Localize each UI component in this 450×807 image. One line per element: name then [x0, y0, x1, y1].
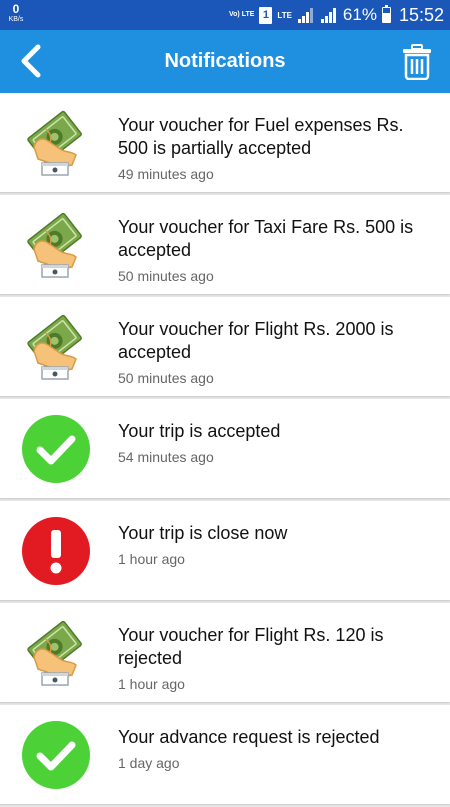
- notification-message: Your advance request is rejected: [118, 727, 380, 747]
- notification-item[interactable]: Your voucher for Taxi Fare Rs. 500 is ac…: [0, 195, 450, 294]
- money-hand-icon: [20, 311, 92, 383]
- notification-time: 49 minutes ago: [118, 166, 214, 182]
- notification-time: 1 day ago: [118, 755, 180, 771]
- notification-time: 50 minutes ago: [118, 268, 214, 284]
- money-hand-icon: [20, 107, 92, 179]
- network-speed-unit: KB/s: [8, 16, 24, 23]
- page-title: Notifications: [164, 50, 286, 72]
- money-hand-icon: [20, 617, 92, 689]
- notification-item[interactable]: Your voucher for Fuel expenses Rs. 500 i…: [0, 93, 450, 192]
- notification-content: Your trip is close now 1 hour ago: [118, 522, 432, 567]
- volte-indicator: Vo) LTE: [229, 11, 255, 18]
- status-bar: 0 KB/s Vo) LTE 1 LTE 61% 15:52: [0, 0, 450, 30]
- notification-time: 54 minutes ago: [118, 449, 214, 465]
- notification-message: Your voucher for Taxi Fare Rs. 500 is ac…: [118, 217, 414, 260]
- notification-time: 1 hour ago: [118, 676, 185, 692]
- notification-message: Your voucher for Flight Rs. 2000 is acce…: [118, 319, 394, 362]
- network-speed: 0 KB/s: [5, 3, 27, 23]
- signal-strength-2-icon: [320, 7, 336, 23]
- check-circle-icon: [20, 719, 92, 791]
- check-circle-icon: [20, 413, 92, 485]
- money-hand-icon: [20, 209, 92, 281]
- notification-message: Your voucher for Fuel expenses Rs. 500 i…: [118, 115, 404, 158]
- notification-message: Your trip is accepted: [118, 421, 281, 441]
- notification-time: 50 minutes ago: [118, 370, 214, 386]
- network-speed-value: 0: [12, 2, 20, 16]
- battery-percent: 61%: [342, 5, 377, 24]
- battery-icon: [381, 5, 391, 23]
- notification-content: Your trip is accepted 54 minutes ago: [118, 420, 432, 465]
- notification-content: Your voucher for Flight Rs. 2000 is acce…: [118, 318, 432, 386]
- notification-content: Your voucher for Flight Rs. 120 is rejec…: [118, 624, 432, 692]
- notification-list: Your voucher for Fuel expenses Rs. 500 i…: [0, 93, 450, 807]
- notification-content: Your voucher for Fuel expenses Rs. 500 i…: [118, 114, 432, 182]
- alert-circle-icon: [20, 515, 92, 587]
- notification-item[interactable]: Your trip is close now 1 hour ago: [0, 501, 450, 600]
- notification-content: Your advance request is rejected 1 day ag…: [118, 726, 432, 771]
- lte-label: LTE: [277, 10, 292, 20]
- notification-content: Your voucher for Taxi Fare Rs. 500 is ac…: [118, 216, 432, 284]
- trash-icon: [403, 44, 431, 81]
- notification-message: Your trip is close now: [118, 523, 288, 543]
- notification-item[interactable]: Your voucher for Flight Rs. 120 is rejec…: [0, 603, 450, 702]
- app-bar: Notifications: [0, 30, 450, 93]
- notification-item[interactable]: Your trip is accepted 54 minutes ago: [0, 399, 450, 498]
- delete-all-button[interactable]: [402, 44, 432, 81]
- notification-item[interactable]: Your voucher for Flight Rs. 2000 is acce…: [0, 297, 450, 396]
- signal-strength-icon: [297, 7, 313, 23]
- notification-item[interactable]: Your advance request is rejected 1 day ag…: [0, 705, 450, 804]
- clock: 15:52: [398, 4, 444, 25]
- notification-time: 1 hour ago: [118, 551, 185, 567]
- sim-slot-badge: 1: [259, 6, 273, 24]
- notification-message: Your voucher for Flight Rs. 120 is rejec…: [118, 625, 384, 668]
